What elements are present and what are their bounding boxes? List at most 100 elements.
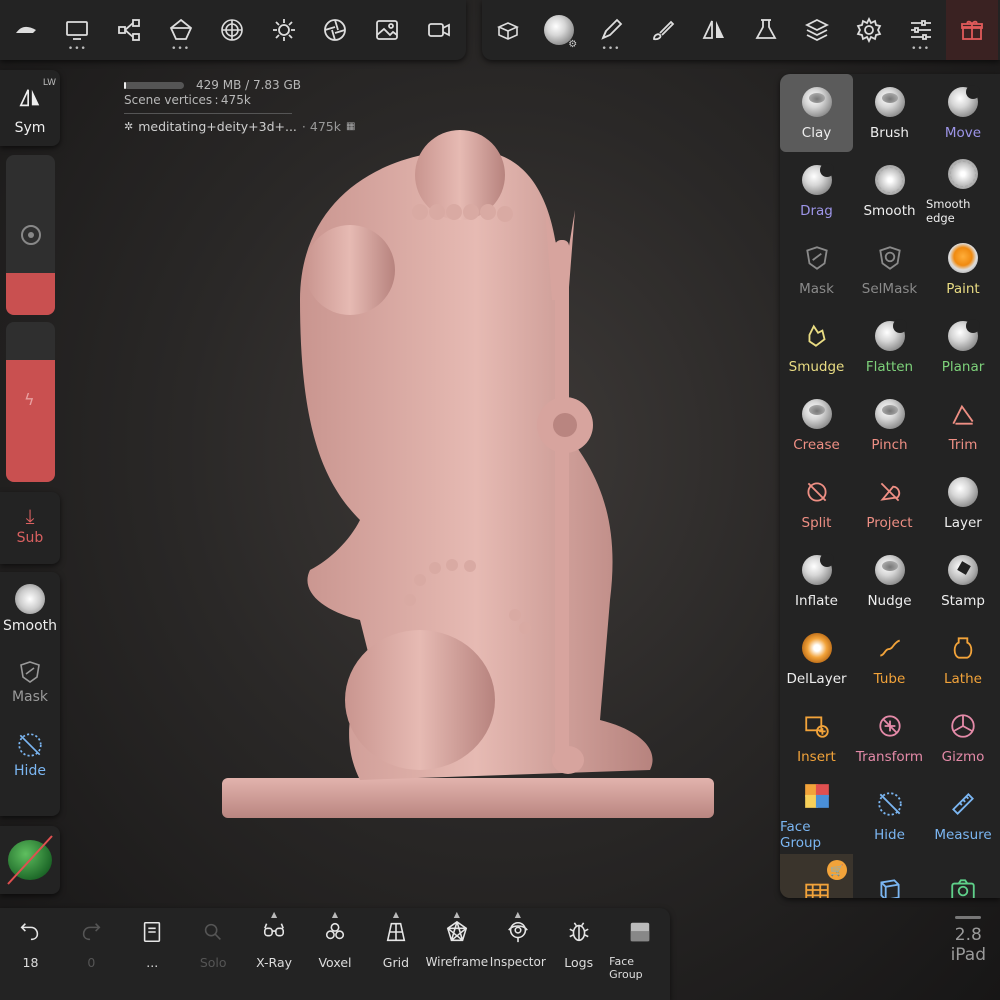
- bottom-face-group-square-button[interactable]: Face Group: [609, 908, 670, 1000]
- tool-nudge[interactable]: Nudge: [853, 542, 926, 620]
- image-icon[interactable]: [361, 0, 413, 60]
- tool-dellayer[interactable]: DelLayer: [780, 620, 853, 698]
- tool-transform[interactable]: Transform: [853, 698, 926, 776]
- tool-camera[interactable]: [926, 854, 1000, 898]
- layers-icon[interactable]: [792, 0, 844, 60]
- tool-move[interactable]: Move: [926, 74, 1000, 152]
- monitor-icon[interactable]: •••: [52, 0, 104, 60]
- bottom-redo-button[interactable]: 0: [61, 908, 122, 1000]
- tool-label: DelLayer: [786, 671, 847, 687]
- tool-label: Insert: [797, 749, 836, 765]
- sculpt-logo-icon[interactable]: [0, 0, 52, 60]
- tool-drag[interactable]: Drag: [780, 152, 853, 230]
- bottom-label: Face Group: [609, 955, 643, 981]
- tool-measure[interactable]: Measure: [926, 776, 1000, 854]
- tool-selmask[interactable]: SelMask: [853, 230, 926, 308]
- bottom-glasses-button[interactable]: ▲ X-Ray: [244, 908, 305, 1000]
- bottom-bug-button[interactable]: Logs: [548, 908, 609, 1000]
- bottom-voxel-button[interactable]: ▲ Voxel: [305, 908, 366, 1000]
- model-trident: [537, 210, 593, 774]
- tool-pinch[interactable]: Pinch: [853, 386, 926, 464]
- tool-crease[interactable]: Crease: [780, 386, 853, 464]
- bottom-inspector-button[interactable]: ▲ Inspector: [487, 908, 548, 1000]
- video-icon[interactable]: [413, 0, 465, 60]
- split-icon: [800, 475, 834, 509]
- gear-icon[interactable]: [843, 0, 895, 60]
- tool-planar[interactable]: Planar: [926, 308, 1000, 386]
- material-sphere-icon[interactable]: ⚙: [534, 0, 586, 60]
- tool-project[interactable]: Project: [853, 464, 926, 542]
- sub-button[interactable]: ⤓ Sub: [0, 492, 60, 564]
- tool-insert[interactable]: Insert: [780, 698, 853, 776]
- selmask-icon: [873, 241, 907, 275]
- topology-icon[interactable]: [206, 0, 258, 60]
- boxes-icon[interactable]: [482, 0, 534, 60]
- tool-tube[interactable]: Tube: [853, 620, 926, 698]
- aperture-icon[interactable]: [310, 0, 362, 60]
- symmetry-icon[interactable]: [688, 0, 740, 60]
- bottom-grid-button[interactable]: ▲ Grid: [365, 908, 426, 1000]
- tool-mask[interactable]: Mask: [780, 230, 853, 308]
- sliders-icon[interactable]: •••: [895, 0, 947, 60]
- tool-label: Transform: [855, 749, 924, 765]
- intensity-fill: [6, 360, 55, 482]
- tool-label: Move: [944, 125, 982, 141]
- tool-label: Face Group: [780, 819, 822, 851]
- primitive-icon[interactable]: •••: [155, 0, 207, 60]
- bottom-search-button[interactable]: Solo: [183, 908, 244, 1000]
- tool-label: Project: [866, 515, 913, 531]
- file-verts: · 475k: [301, 119, 341, 134]
- bottom-label: Voxel: [318, 955, 352, 970]
- quick-hide-label: Hide: [14, 762, 46, 779]
- bottom-wireframe-button[interactable]: ▲ Wireframe: [426, 908, 489, 1000]
- tool-smooth[interactable]: Smooth: [853, 152, 926, 230]
- radius-slider[interactable]: [6, 155, 55, 315]
- tool-stamp[interactable]: Stamp: [926, 542, 1000, 620]
- material-preview[interactable]: [0, 826, 60, 894]
- tool-shop[interactable]: 🛒: [780, 854, 853, 898]
- tool-box-select[interactable]: [853, 854, 926, 898]
- tool-brush[interactable]: Brush: [853, 74, 926, 152]
- transform-icon: [873, 709, 907, 743]
- tool-smooth-edge[interactable]: Smooth edge: [926, 152, 1000, 230]
- intensity-slider[interactable]: ϟ: [6, 322, 55, 482]
- caret-icon: ▲: [453, 910, 460, 919]
- tool-smudge[interactable]: Smudge: [780, 308, 853, 386]
- scene-graph-icon[interactable]: [103, 0, 155, 60]
- brush-pen-icon[interactable]: •••: [585, 0, 637, 60]
- tool-face-group[interactable]: Face Group: [780, 776, 853, 854]
- tool-flatten[interactable]: Flatten: [853, 308, 926, 386]
- search-icon: [201, 920, 225, 955]
- bottom-undo-button[interactable]: 18: [0, 908, 61, 1000]
- device-name: iPad: [950, 945, 986, 965]
- tool-label: Smooth: [863, 203, 916, 219]
- light-icon[interactable]: [258, 0, 310, 60]
- tool-hide[interactable]: Hide: [853, 776, 926, 854]
- tool-lathe[interactable]: Lathe: [926, 620, 1000, 698]
- caret-icon: ▲: [514, 910, 521, 919]
- tool-label: Smooth edge: [926, 197, 971, 225]
- gift-icon[interactable]: [946, 0, 998, 60]
- crease-icon: [800, 397, 834, 431]
- paint-brush-icon[interactable]: [637, 0, 689, 60]
- quick-mask[interactable]: Mask: [0, 645, 60, 718]
- tool-gizmo[interactable]: Gizmo: [926, 698, 1000, 776]
- flask-icon[interactable]: [740, 0, 792, 60]
- tool-inflate[interactable]: Inflate: [780, 542, 853, 620]
- tool-clay[interactable]: Clay: [780, 74, 853, 152]
- model-beads: [404, 204, 531, 634]
- tool-trim[interactable]: Trim: [926, 386, 1000, 464]
- tool-paint[interactable]: Paint: [926, 230, 1000, 308]
- tool-layer[interactable]: Layer: [926, 464, 1000, 542]
- caret-icon: ▲: [271, 910, 278, 919]
- scene-info-hud: 429 MB / 7.83 GB Scene vertices : 475k ✲…: [124, 78, 355, 134]
- tool-split[interactable]: Split: [780, 464, 853, 542]
- quick-smooth[interactable]: Smooth: [0, 572, 60, 645]
- bottom-label: ...: [146, 955, 159, 970]
- bottom-label: 0: [87, 955, 96, 970]
- bottom-notebook-button[interactable]: ...: [122, 908, 183, 1000]
- symmetry-button[interactable]: LW Sym: [0, 70, 60, 146]
- tool-label: Planar: [941, 359, 985, 375]
- strike-icon: [7, 835, 53, 885]
- quick-hide[interactable]: Hide: [0, 718, 60, 791]
